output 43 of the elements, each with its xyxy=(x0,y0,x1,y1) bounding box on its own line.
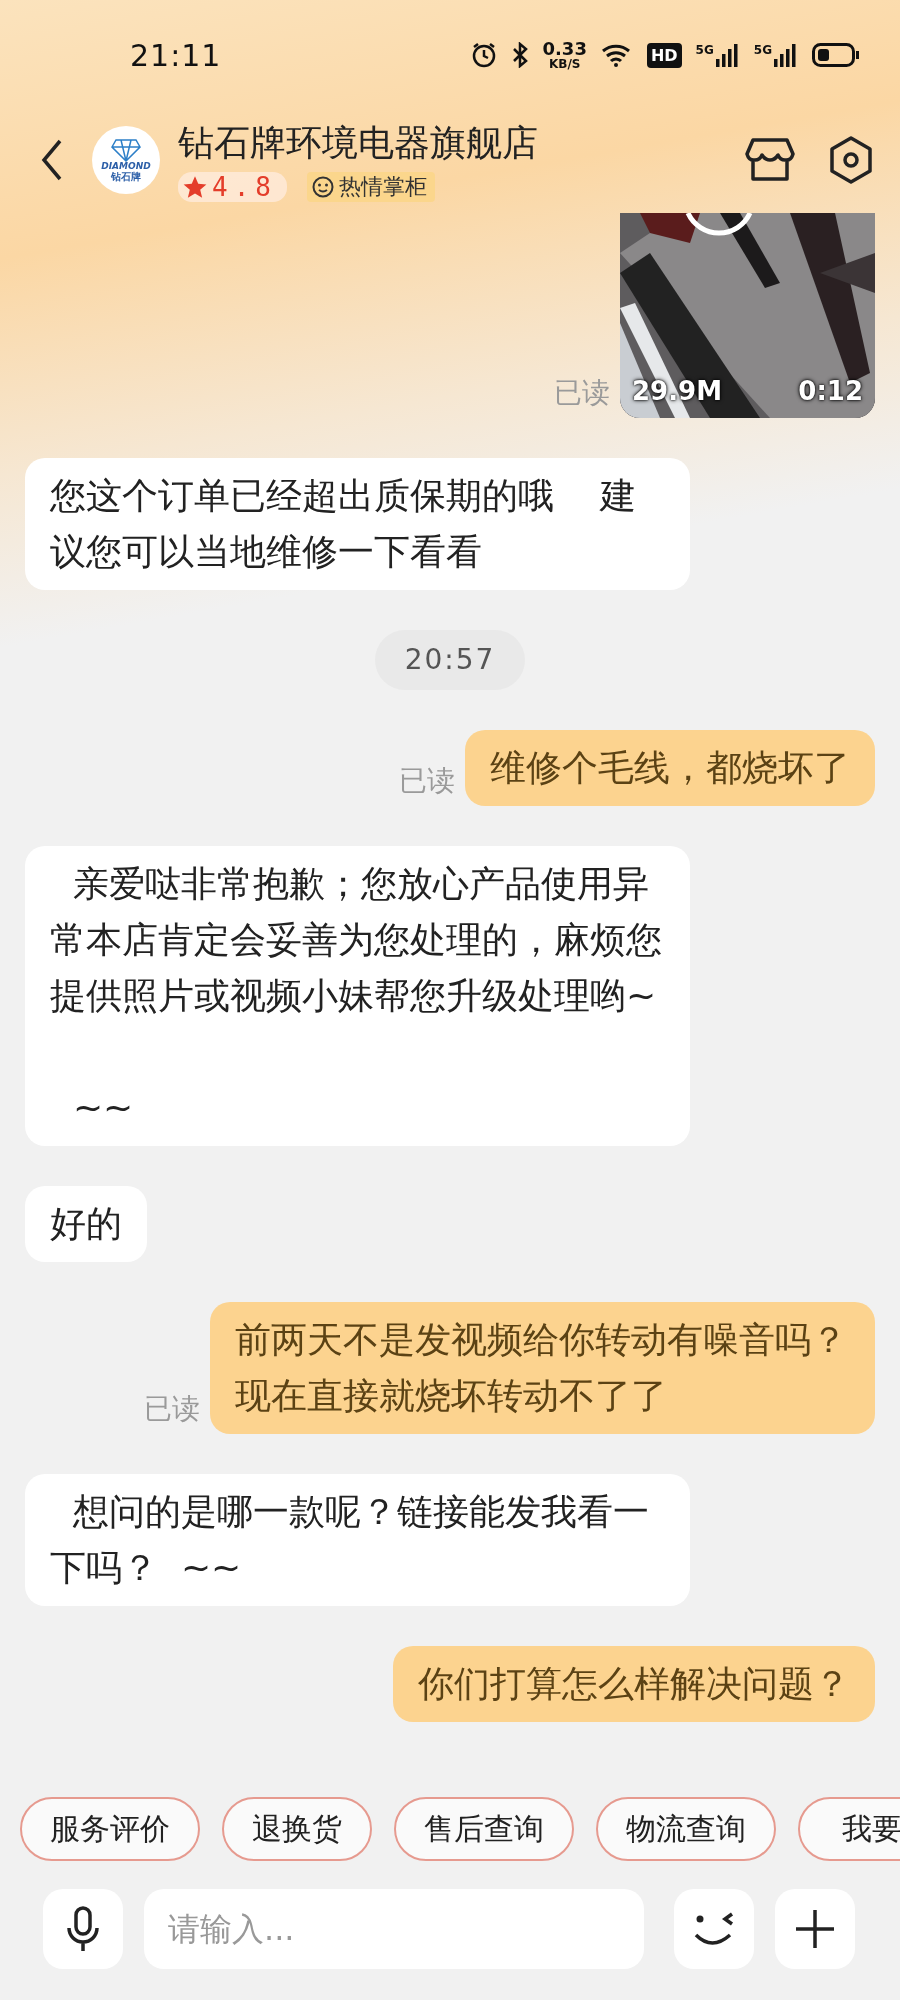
voice-button[interactable] xyxy=(43,1889,123,1969)
add-button[interactable] xyxy=(775,1889,855,1969)
alarm-icon xyxy=(470,42,497,68)
hd-badge: HD xyxy=(646,42,682,68)
message-bubble: 想问的是哪一款呢？链接能发我看一下吗？ ~~ xyxy=(25,1474,690,1606)
diamond-icon xyxy=(111,138,141,162)
read-status: 已读 xyxy=(554,375,610,411)
bluetooth-icon xyxy=(510,42,529,68)
message-bubble: 维修个毛线，都烧坏了 xyxy=(465,730,875,806)
read-status: 已读 xyxy=(399,763,455,799)
settings-icon[interactable] xyxy=(827,135,875,185)
microphone-icon xyxy=(65,1906,101,1952)
network-speed: 0.33 KB/S xyxy=(542,40,587,70)
back-icon[interactable] xyxy=(40,138,64,182)
face-icon xyxy=(310,174,335,199)
quick-action-chip[interactable]: 退换货 xyxy=(222,1797,372,1861)
signal-icon xyxy=(774,43,798,67)
store-name: 钻石牌环境电器旗舰店 xyxy=(178,120,538,165)
store-rating: 4.8 xyxy=(178,171,287,202)
message-bubble: 你们打算怎么样解决问题？ xyxy=(393,1646,875,1722)
quick-action-chip[interactable]: 我要 xyxy=(798,1797,900,1861)
emoji-button[interactable] xyxy=(674,1889,754,1969)
logo-text: 钻石牌 xyxy=(111,171,141,182)
video-duration: 0:12 xyxy=(798,376,863,406)
quick-action-chip[interactable]: 物流查询 xyxy=(596,1797,776,1861)
read-status: 已读 xyxy=(144,1391,200,1427)
message-bubble: 前两天不是发视频给你转动有噪音吗？现在直接就烧坏转动不了了 xyxy=(210,1302,875,1434)
quick-action-chip[interactable]: 服务评价 xyxy=(20,1797,200,1861)
network-type: 5G xyxy=(753,43,772,57)
logo-text: DIAMOND xyxy=(101,162,151,171)
message-input[interactable]: 请输入... xyxy=(144,1889,644,1969)
seller-badge: 热情掌柜 xyxy=(306,171,435,202)
message-bubble: 亲爱哒非常抱歉；您放心产品使用异常本店肯定会妥善为您处理的，麻烦您提供照片或视频小妹帮您升级处理哟~ ~~ xyxy=(25,846,690,1146)
message-bubble: 您这个订单已经超出质保期的哦 建议您可以当地维修一下看看 xyxy=(25,458,690,590)
plus-icon xyxy=(794,1908,836,1950)
network-type: 5G xyxy=(695,43,714,57)
time-stamp: 20:57 xyxy=(374,630,526,690)
signal-icon xyxy=(715,43,740,67)
message-bubble: 好的 xyxy=(25,1186,147,1262)
store-icon[interactable] xyxy=(745,137,795,183)
battery-icon xyxy=(812,43,860,67)
clock-time: 21:11 xyxy=(130,37,222,73)
quick-action-chip[interactable]: 售后查询 xyxy=(394,1797,574,1861)
